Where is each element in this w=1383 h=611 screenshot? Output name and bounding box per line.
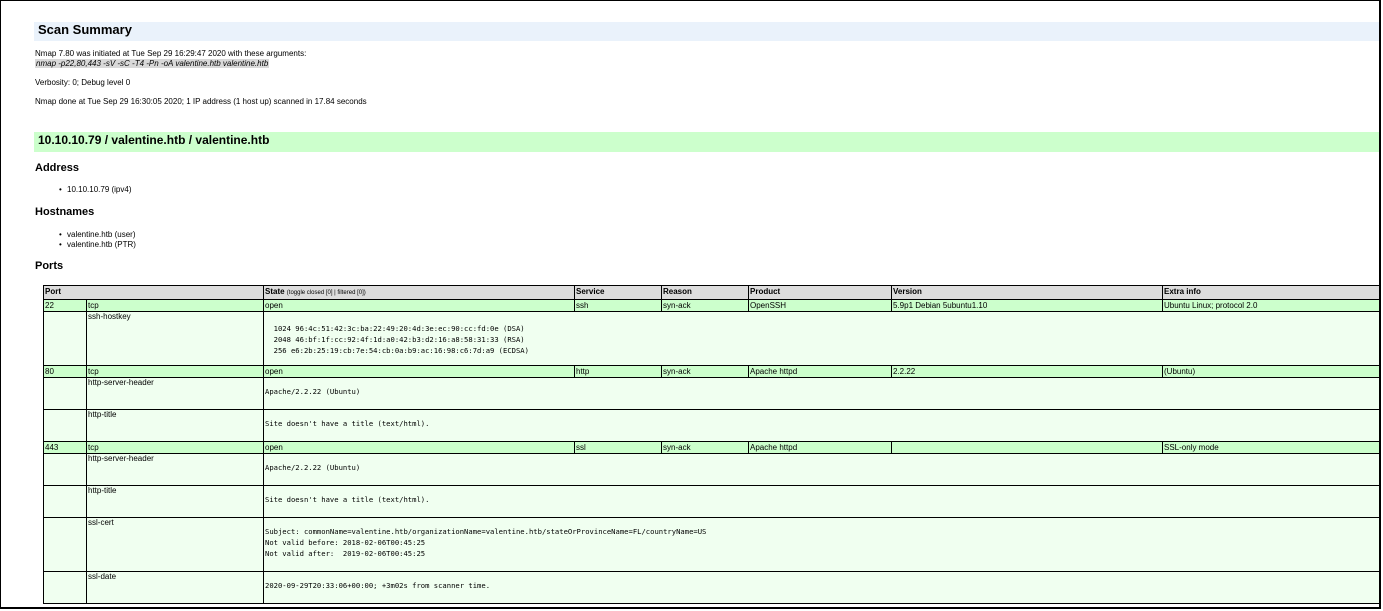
extra-info-column-header: Extra info bbox=[1162, 285, 1379, 300]
summary-header-bar bbox=[34, 22, 1379, 41]
port-column-header: Port bbox=[43, 285, 264, 300]
script-output: Subject: commonName=valentine.htb/organi… bbox=[265, 527, 707, 558]
script-row: ssl-cert Subject: commonName=valentine.h… bbox=[43, 517, 1379, 572]
ports-heading: Ports bbox=[35, 260, 64, 272]
port-reason: syn-ack bbox=[661, 299, 749, 312]
script-name: http-title bbox=[86, 409, 264, 442]
port-number: 80 bbox=[43, 365, 87, 378]
port-state: open bbox=[263, 299, 575, 312]
port-product: Apache httpd bbox=[748, 365, 892, 378]
service-column-header: Service bbox=[574, 285, 662, 300]
script-output-cell: Subject: commonName=valentine.htb/organi… bbox=[263, 517, 1379, 572]
script-output-cell: Site doesn't have a title (text/html). bbox=[263, 409, 1379, 442]
script-name: ssl-date bbox=[86, 571, 264, 604]
port-extra-info: Ubuntu Linux; protocol 2.0 bbox=[1162, 299, 1379, 312]
verbosity-text: Verbosity: 0; Debug level 0 bbox=[35, 78, 131, 87]
script-spacer bbox=[43, 409, 87, 442]
port-service: http bbox=[574, 365, 662, 378]
script-spacer bbox=[43, 311, 87, 366]
address-item: 10.10.10.79 (ipv4) bbox=[59, 185, 132, 195]
port-protocol: tcp bbox=[86, 365, 264, 378]
script-row: ssl-date 2020-09-29T20:33:06+00:00; +3m0… bbox=[43, 571, 1379, 604]
table-header-row: Port State (toggle closed [0] | filtered… bbox=[43, 285, 1379, 300]
toggle-closed-link[interactable]: (toggle closed [0] bbox=[287, 290, 333, 296]
reason-column-header: Reason bbox=[661, 285, 749, 300]
script-row: http-server-header Apache/2.2.22 (Ubuntu… bbox=[43, 377, 1379, 410]
host-title: 10.10.10.79 / valentine.htb / valentine.… bbox=[38, 133, 270, 147]
script-output: Apache/2.2.22 (Ubuntu) bbox=[265, 387, 361, 396]
hostname-item: valentine.htb (user) bbox=[59, 230, 136, 240]
scan-arguments-line: nmap -p22,80,443 -sV -sC -T4 -Pn -oA val… bbox=[35, 59, 270, 68]
script-output: 1024 96:4c:51:42:3c:ba:22:49:20:4d:3e:ec… bbox=[273, 324, 529, 355]
hostnames-list: valentine.htb (user) valentine.htb (PTR) bbox=[59, 230, 136, 249]
port-row: 80 tcp open http syn-ack Apache httpd 2.… bbox=[43, 365, 1379, 378]
script-name: ssh-hostkey bbox=[86, 311, 264, 366]
address-heading: Address bbox=[35, 162, 80, 174]
script-name: http-server-header bbox=[86, 453, 264, 486]
port-row: 22 tcp open ssh syn-ack OpenSSH 5.9p1 De… bbox=[43, 299, 1379, 312]
state-column-label: State bbox=[265, 287, 285, 296]
script-output-cell: 2020-09-29T20:33:06+00:00; +3m02s from s… bbox=[263, 571, 1379, 604]
port-service: ssl bbox=[574, 441, 662, 454]
scan-arguments: nmap -p22,80,443 -sV -sC -T4 -Pn -oA val… bbox=[35, 59, 270, 68]
port-service: ssh bbox=[574, 299, 662, 312]
script-output-cell: Apache/2.2.22 (Ubuntu) bbox=[263, 453, 1379, 486]
report-frame: Scan Summary Nmap 7.80 was initiated at … bbox=[0, 0, 1381, 609]
scan-initiated-text: Nmap 7.80 was initiated at Tue Sep 29 16… bbox=[35, 49, 307, 58]
script-output-cell: 1024 96:4c:51:42:3c:ba:22:49:20:4d:3e:ec… bbox=[263, 311, 1379, 366]
script-name: http-server-header bbox=[86, 377, 264, 410]
port-row: 443 tcp open ssl syn-ack Apache httpd SS… bbox=[43, 441, 1379, 454]
port-version: 5.9p1 Debian 5ubuntu1.10 bbox=[891, 299, 1163, 312]
script-spacer bbox=[43, 377, 87, 410]
script-output: Site doesn't have a title (text/html). bbox=[265, 419, 430, 428]
summary-title: Scan Summary bbox=[38, 22, 132, 37]
port-state: open bbox=[263, 365, 575, 378]
port-extra-info: SSL-only mode bbox=[1162, 441, 1379, 454]
port-reason: syn-ack bbox=[661, 365, 749, 378]
script-spacer bbox=[43, 485, 87, 518]
port-state: open bbox=[263, 441, 575, 454]
port-version bbox=[891, 441, 1163, 454]
script-spacer bbox=[43, 571, 87, 604]
script-spacer bbox=[43, 453, 87, 486]
script-spacer bbox=[43, 517, 87, 572]
port-extra-info: (Ubuntu) bbox=[1162, 365, 1379, 378]
script-row: http-title Site doesn't have a title (te… bbox=[43, 409, 1379, 442]
script-output-cell: Apache/2.2.22 (Ubuntu) bbox=[263, 377, 1379, 410]
script-name: ssl-cert bbox=[86, 517, 264, 572]
port-reason: syn-ack bbox=[661, 441, 749, 454]
script-name: http-title bbox=[86, 485, 264, 518]
script-row: http-server-header Apache/2.2.22 (Ubuntu… bbox=[43, 453, 1379, 486]
script-output: 2020-09-29T20:33:06+00:00; +3m02s from s… bbox=[265, 581, 491, 590]
script-output-cell: Site doesn't have a title (text/html). bbox=[263, 485, 1379, 518]
port-version: 2.2.22 bbox=[891, 365, 1163, 378]
port-number: 443 bbox=[43, 441, 87, 454]
port-product: Apache httpd bbox=[748, 441, 892, 454]
port-protocol: tcp bbox=[86, 441, 264, 454]
state-column-header: State (toggle closed [0] | filtered [0]) bbox=[263, 285, 575, 300]
ports-table: Port State (toggle closed [0] | filtered… bbox=[43, 285, 1379, 604]
script-row: http-title Site doesn't have a title (te… bbox=[43, 485, 1379, 518]
script-output: Apache/2.2.22 (Ubuntu) bbox=[265, 463, 361, 472]
product-column-header: Product bbox=[748, 285, 892, 300]
address-list: 10.10.10.79 (ipv4) bbox=[59, 185, 132, 195]
version-column-header: Version bbox=[891, 285, 1163, 300]
toggle-filtered-link[interactable]: filtered [0]) bbox=[337, 290, 365, 296]
hostname-item: valentine.htb (PTR) bbox=[59, 240, 136, 250]
script-row: ssh-hostkey 1024 96:4c:51:42:3c:ba:22:49… bbox=[43, 311, 1379, 366]
port-protocol: tcp bbox=[86, 299, 264, 312]
port-product: OpenSSH bbox=[748, 299, 892, 312]
hostnames-heading: Hostnames bbox=[35, 206, 95, 218]
port-number: 22 bbox=[43, 299, 87, 312]
script-output: Site doesn't have a title (text/html). bbox=[265, 495, 430, 504]
scan-done-text: Nmap done at Tue Sep 29 16:30:05 2020; 1… bbox=[35, 97, 367, 106]
